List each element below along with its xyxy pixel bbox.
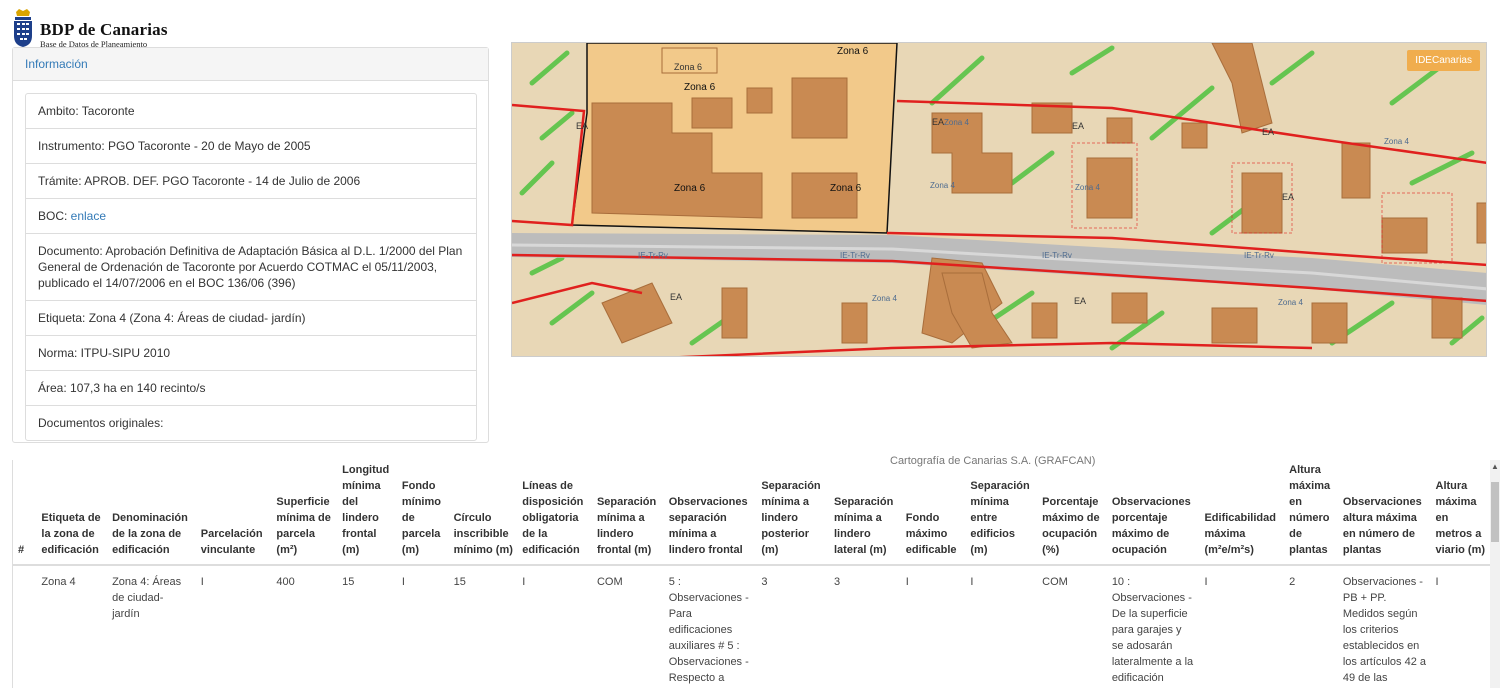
info-panel-heading: Información [13, 48, 488, 81]
table-cell: I [1204, 576, 1208, 588]
map-canvas[interactable]: Zona 6 Zona 6 Zona 6 Zona 6 Zona 6 EA EA… [512, 43, 1487, 357]
column-header[interactable]: Fondo máximo edificable [900, 460, 966, 566]
boc-link[interactable]: enlace [71, 209, 106, 223]
column-header[interactable]: Edificabilidad máxima (m²e/m²s) [1199, 460, 1285, 566]
column-header[interactable]: Observaciones separación mínima a linder… [663, 460, 757, 566]
column-header[interactable]: Observaciones porcentaje máximo de ocupa… [1106, 460, 1200, 566]
table-cell: I [200, 576, 204, 588]
map-label: Zona 4 [944, 118, 969, 127]
column-header[interactable]: Porcentaje máximo de ocupación (%) [1037, 460, 1107, 566]
info-docs-originales: Documentos originales: [38, 416, 164, 430]
map-label: Zona 6 [674, 183, 706, 194]
map-label: EA [1072, 121, 1084, 131]
map-label: EA [670, 292, 682, 302]
column-header[interactable]: Longitud mínima del lindero frontal (m) [337, 460, 397, 566]
column-header[interactable]: # [13, 460, 37, 566]
column-header[interactable]: Separación mínima a lindero posterior (m… [756, 460, 829, 566]
scroll-up-arrow-icon[interactable]: ▲ [1491, 462, 1499, 471]
table-cell: 5 : Observaciones - Para edificaciones a… [668, 576, 749, 684]
column-header[interactable]: Fondo mínimo de parcela (m) [396, 460, 449, 566]
table-cell: COM [596, 576, 623, 588]
map-label: IE-Tr-Rv [840, 251, 870, 260]
info-list: Ambito: Tacoronte Instrumento: PGO Tacor… [25, 93, 477, 441]
map-label: EA [1074, 296, 1086, 306]
map-label: Zona 6 [837, 46, 869, 57]
column-header[interactable]: Líneas de disposición obligatoria de la … [517, 460, 592, 566]
table-cell: COM [1042, 576, 1068, 588]
map-label: IE-Tr-Rv [1042, 251, 1072, 260]
map-label: Zona 6 [684, 82, 716, 93]
column-header[interactable]: Altura máxima en número de plantas [1284, 460, 1338, 566]
map-view[interactable]: Zona 6 Zona 6 Zona 6 Zona 6 Zona 6 EA EA… [511, 42, 1487, 357]
table-cell: I [970, 576, 974, 588]
bdp-logo[interactable]: BDP de Canarias Base de Datos de Planeam… [10, 6, 210, 49]
map-label: Zona 4 [1278, 298, 1303, 307]
table-row[interactable]: Zona 4 Zona 4: Áreas de ciudad- jardín I… [13, 565, 1490, 688]
canarias-crest-icon [14, 9, 32, 47]
map-label: Zona 6 [674, 62, 702, 72]
map-label: Zona 4 [1384, 137, 1409, 146]
table-cell: 15 [342, 576, 355, 588]
map-label: IE-Tr-Rv [638, 251, 668, 260]
column-header[interactable]: Etiqueta de la zona de edificación [36, 460, 108, 566]
map-label: Zona 6 [830, 183, 862, 194]
info-area: Área: 107,3 ha en 140 recinto/s [26, 371, 476, 406]
map-label: Zona 4 [872, 294, 897, 303]
column-header[interactable]: Círculo inscribible mínimo (m) [448, 460, 518, 566]
table-cell: I [401, 576, 405, 588]
info-etiqueta: Etiqueta: Zona 4 (Zona 4: Áreas de ciuda… [26, 301, 476, 336]
table-cell: Zona 4 [41, 576, 76, 588]
table-cell: 10 : Observaciones - De la superficie pa… [1111, 576, 1194, 684]
map-label: IE-Tr-Rv [1244, 251, 1274, 260]
info-documento: Documento: Aprobación Definitiva de Adap… [26, 234, 476, 301]
table-cell: 3 [834, 576, 841, 588]
table-cell: 15 [453, 576, 466, 588]
column-header[interactable]: Parcelación vinculante [195, 460, 272, 566]
map-label: EA [932, 117, 944, 127]
column-header[interactable]: Separación mínima entre edificios (m) [965, 460, 1038, 566]
zone-parameters-table: # Etiqueta de la zona de edificación Den… [13, 460, 1490, 688]
table-header-row: # Etiqueta de la zona de edificación Den… [13, 460, 1490, 566]
column-header[interactable]: Denominación de la zona de edificación [107, 460, 196, 566]
table-cell: Observaciones - PB + PP. Medidos según l… [1342, 576, 1427, 684]
zone-table-container[interactable]: # Etiqueta de la zona de edificación Den… [12, 460, 1490, 688]
column-header[interactable]: Altura máxima en metros a viario (m) [1430, 460, 1490, 566]
info-ambito: Ambito: Tacoronte [26, 94, 476, 129]
table-cell [13, 565, 36, 688]
table-cell: 3 [761, 576, 768, 588]
table-cell: Zona 4: Áreas de ciudad- jardín [112, 576, 182, 620]
scrollbar-thumb[interactable] [1491, 482, 1499, 542]
column-header[interactable]: Superficie mínima de parcela (m²) [271, 460, 338, 566]
idecanarias-button[interactable]: IDECanarias [1407, 50, 1480, 71]
column-header[interactable]: Observaciones altura máxima en número de… [1337, 460, 1431, 566]
table-cell: I [1435, 576, 1439, 588]
table-cell: 400 [276, 576, 295, 588]
info-tramite: Trámite: APROB. DEF. PGO Tacoronte - 14 … [26, 164, 476, 199]
map-label: EA [576, 121, 588, 131]
info-boc: BOC: enlace [26, 199, 476, 234]
app-title: BDP de Canarias [40, 20, 168, 39]
column-header[interactable]: Separación mínima a lindero lateral (m) [829, 460, 901, 566]
map-label: Zona 4 [1075, 183, 1100, 192]
info-norma: Norma: ITPU-SIPU 2010 [26, 336, 476, 371]
map-label: Zona 4 [930, 181, 955, 190]
table-cell: 2 [1289, 576, 1296, 588]
column-header[interactable]: Separación mínima a lindero frontal (m) [591, 460, 664, 566]
info-instrumento: Instrumento: PGO Tacoronte - 20 de Mayo … [26, 129, 476, 164]
map-label: EA [1282, 192, 1294, 202]
table-cell: I [522, 576, 526, 588]
map-label: EA [1262, 127, 1274, 137]
info-panel: Información Ambito: Tacoronte Instrument… [12, 47, 489, 443]
table-cell: I [905, 576, 909, 588]
table-scrollbar[interactable]: ▲ [1490, 460, 1500, 688]
boc-label: BOC: [38, 209, 71, 223]
